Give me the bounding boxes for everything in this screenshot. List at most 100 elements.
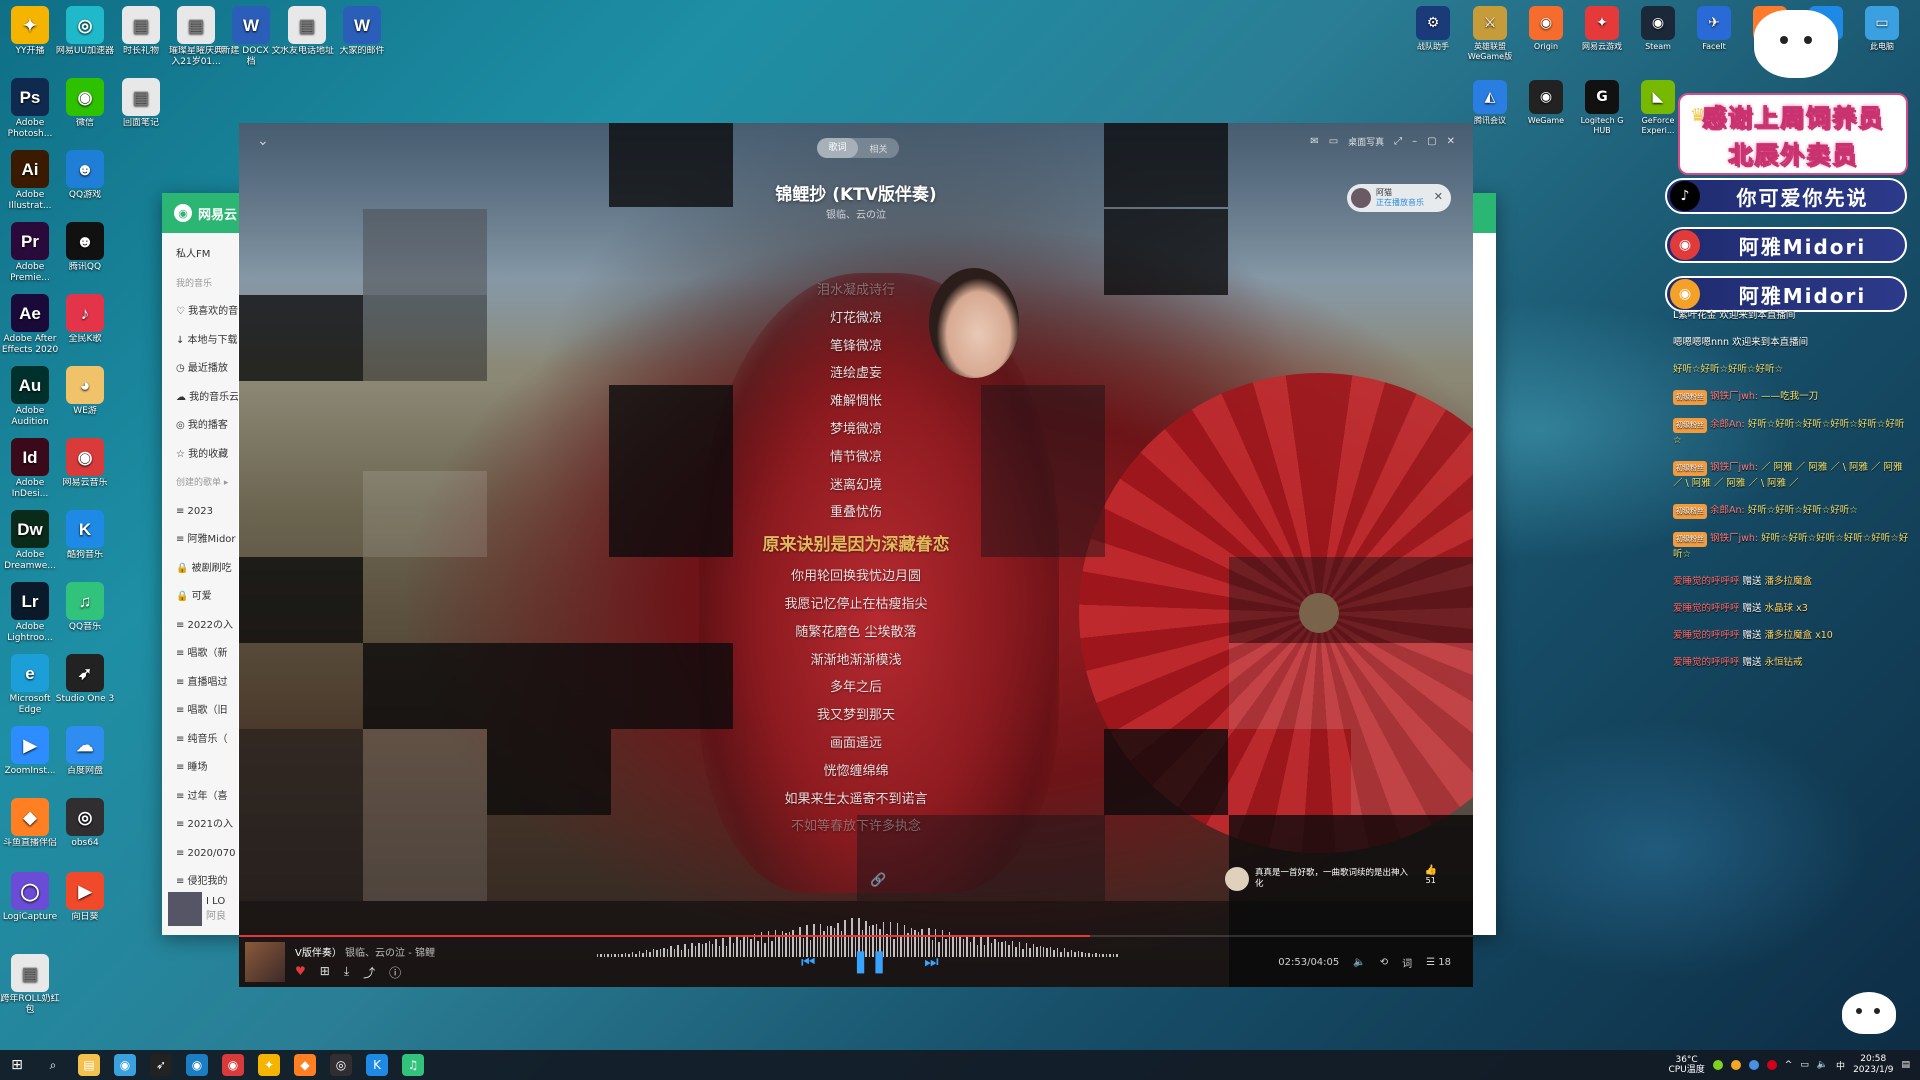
volume-icon[interactable]: 🔈 — [1353, 957, 1365, 968]
desktop-icon[interactable]: ☁ 百度网盘 — [55, 726, 115, 777]
lyric-line[interactable]: 难解惆怅 — [239, 388, 1473, 416]
collect-icon[interactable]: ⊞ — [320, 964, 330, 981]
like-button[interactable]: 👍 51 — [1425, 865, 1437, 885]
tab-lyrics[interactable]: 歌词 — [817, 138, 858, 158]
tray-app-icon[interactable] — [1712, 1060, 1723, 1070]
desktop-icon[interactable]: ◎ obs64 — [55, 798, 115, 849]
chat-username[interactable]: 爱睡觉的呼呼呼 — [1673, 603, 1740, 614]
link-icon[interactable]: 🔗 — [870, 873, 886, 888]
hot-comment-card[interactable]: 真真是一首好歌，一曲歌词续的是出神入化 👍 51 — [1225, 859, 1455, 899]
search-icon[interactable]: ⌕ — [42, 1054, 64, 1076]
notification-icon[interactable]: ▤ — [1901, 1060, 1910, 1070]
tray-app-icon[interactable] — [1766, 1060, 1777, 1070]
desk-lyric-button[interactable]: 桌面写真 — [1348, 135, 1384, 148]
desktop-icon[interactable]: ◭ 腾讯会议 — [1460, 80, 1520, 126]
lyrics-toggle-icon[interactable]: 词 — [1402, 955, 1412, 970]
sidebar-item[interactable]: ≡ 阿雅Midor — [176, 526, 238, 555]
chat-username[interactable]: 钢铁厂jwh: — [1710, 533, 1758, 544]
desktop-icon[interactable]: ▤ 跨年ROLL奶红包 — [0, 954, 60, 1016]
sidebar-item[interactable]: ♡ 我喜欢的音 — [176, 298, 238, 327]
lyric-line[interactable]: 我又梦到那天 — [239, 702, 1473, 730]
lyric-line[interactable]: 涟绘虚妄 — [239, 360, 1473, 388]
current-lyric-line[interactable]: 原来诀别是因为深藏眷恋 — [239, 527, 1473, 563]
desktop-icon[interactable]: ☻ 腾讯QQ — [55, 222, 115, 273]
tray-app-icon[interactable] — [1730, 1060, 1741, 1070]
lyric-line[interactable]: 灯花微凉 — [239, 305, 1473, 333]
ime-indicator[interactable]: 中 — [1836, 1059, 1845, 1072]
desktop-icon[interactable]: ▶ ZoomInst... — [0, 726, 60, 777]
desktop-lyrics-icon[interactable]: ▭ — [1329, 136, 1338, 147]
sidebar-item[interactable]: ◎ 我的播客 — [176, 412, 238, 441]
desktop-icon[interactable]: G Logitech G HUB — [1572, 80, 1632, 136]
collapse-chevron-icon[interactable]: ⌄ — [257, 133, 269, 149]
chat-username[interactable]: 余郎An: — [1710, 419, 1745, 430]
lyric-line[interactable]: 梦境微凉 — [239, 416, 1473, 444]
sidebar-now-playing[interactable]: I LO 阿良 — [168, 889, 232, 929]
sidebar-item[interactable]: ◷ 最近播放 — [176, 355, 238, 384]
chat-username[interactable]: 爱睡觉的呼呼呼 — [1673, 630, 1740, 641]
desktop-icon[interactable]: ☻ QQ游戏 — [55, 150, 115, 201]
lyric-line[interactable]: 泪水凝成诗行 — [239, 277, 1473, 305]
lyric-line[interactable]: 不如等春放下许多执念 — [239, 813, 1473, 841]
desktop-icon[interactable]: W 新建 DOCX 文档 — [221, 6, 281, 68]
desktop-icon[interactable]: ✈ FaceIt — [1684, 6, 1744, 52]
desktop-icon[interactable]: Ps Adobe Photosh... — [0, 78, 60, 140]
album-cover[interactable] — [245, 942, 285, 982]
sidebar-item[interactable]: ≡ 2020/070 — [176, 840, 238, 869]
desktop-icon[interactable]: ▭ 此电脑 — [1852, 6, 1912, 52]
desktop-icon[interactable]: ◉ 微信 — [55, 78, 115, 129]
playlist-button[interactable]: ☰ 18 — [1426, 957, 1451, 968]
qq-music-icon[interactable]: ♫ — [402, 1054, 424, 1076]
close-icon[interactable]: ✕ — [1434, 190, 1443, 203]
desktop-icon[interactable]: Dw Adobe Dreamwe... — [0, 510, 60, 572]
sidebar-item[interactable]: ≡ 唱歌（新 — [176, 640, 238, 669]
minimize-icon[interactable]: – — [1412, 136, 1417, 147]
desktop-icon[interactable]: ◉ Steam — [1628, 6, 1688, 52]
clock[interactable]: 20:58 2023/1/9 — [1853, 1054, 1893, 1076]
desktop-icon[interactable]: ◉ Origin — [1516, 6, 1576, 52]
maximize-icon[interactable]: ▢ — [1427, 136, 1436, 147]
desktop-icon[interactable]: Pr Adobe Premie... — [0, 222, 60, 284]
now-playing-artist[interactable]: 银临、云の泣 - 锦鲤 — [345, 948, 435, 959]
sidebar-item[interactable]: ☆ 我的收藏 — [176, 441, 238, 470]
sidebar-item[interactable]: ≡ 纯音乐（ — [176, 726, 238, 755]
sidebar-item[interactable]: 🔒 被剧刷吃 — [176, 555, 238, 584]
sidebar-item[interactable]: ≡ 2021の入 — [176, 811, 238, 840]
previous-icon[interactable]: ⏮ — [801, 952, 815, 972]
share-icon[interactable]: ⤴ — [363, 964, 375, 981]
desktop-icon[interactable]: ◆ 斗鱼直播伴侣 — [0, 798, 60, 849]
desktop-icon[interactable]: ➶ Studio One 3 — [55, 654, 115, 705]
wegame-icon[interactable]: ◉ — [186, 1054, 208, 1076]
tray-app-icon[interactable] — [1748, 1060, 1759, 1070]
sidebar-item[interactable]: ≡ 唱歌（旧 — [176, 697, 238, 726]
mail-icon[interactable]: ✉ — [1310, 136, 1318, 147]
netease-music-icon[interactable]: ◉ — [222, 1054, 244, 1076]
lyric-line[interactable]: 多年之后 — [239, 674, 1473, 702]
desktop-icon[interactable]: ♫ QQ音乐 — [55, 582, 115, 633]
obs-icon[interactable]: ◎ — [330, 1054, 352, 1076]
chat-username[interactable]: 余郎An: — [1710, 505, 1745, 516]
lyric-line[interactable]: 画面遥远 — [239, 730, 1473, 758]
close-icon[interactable]: ✕ — [1447, 136, 1455, 147]
sidebar-item[interactable]: ↓ 本地与下载 — [176, 327, 238, 356]
desktop-icon[interactable]: Lr Adobe Lightroo... — [0, 582, 60, 644]
desktop-icon[interactable]: ◉ WeGame — [1516, 80, 1576, 126]
lyric-line[interactable]: 渐渐地渐渐模浅 — [239, 647, 1473, 675]
sidebar-item[interactable]: ☁ 我的音乐云 — [176, 384, 238, 413]
windows-start-icon[interactable]: ⊞ — [0, 1057, 34, 1073]
desktop-icon[interactable]: ▤ 璀璨星曜庆典入21岁01... — [166, 6, 226, 68]
network-icon[interactable]: ▭ — [1800, 1060, 1809, 1070]
desktop-icon[interactable]: ◯ LogiCapture — [0, 872, 60, 923]
lyric-line[interactable]: 恍惚缠绵绵 — [239, 758, 1473, 786]
sidebar-item[interactable]: 私人FM — [176, 241, 238, 270]
sidebar-item[interactable]: ≡ 过年（喜 — [176, 783, 238, 812]
kugou-icon[interactable]: K — [366, 1054, 388, 1076]
chevron-up-icon[interactable]: ^ — [1785, 1060, 1793, 1070]
chat-username[interactable]: 钢铁厂jwh: — [1710, 391, 1758, 402]
desktop-icon[interactable]: ✦ 网易云游戏 — [1572, 6, 1632, 52]
sidebar-item[interactable]: ≡ 2023 — [176, 498, 238, 527]
lyric-line[interactable]: 你用轮回换我忧边月圆 — [239, 563, 1473, 591]
desktop-icon[interactable]: ▤ 水友电话地址 — [277, 6, 337, 57]
desktop-icon[interactable]: ⚙ 战队助手 — [1403, 6, 1463, 52]
loop-icon[interactable]: ⟲ — [1380, 957, 1388, 968]
